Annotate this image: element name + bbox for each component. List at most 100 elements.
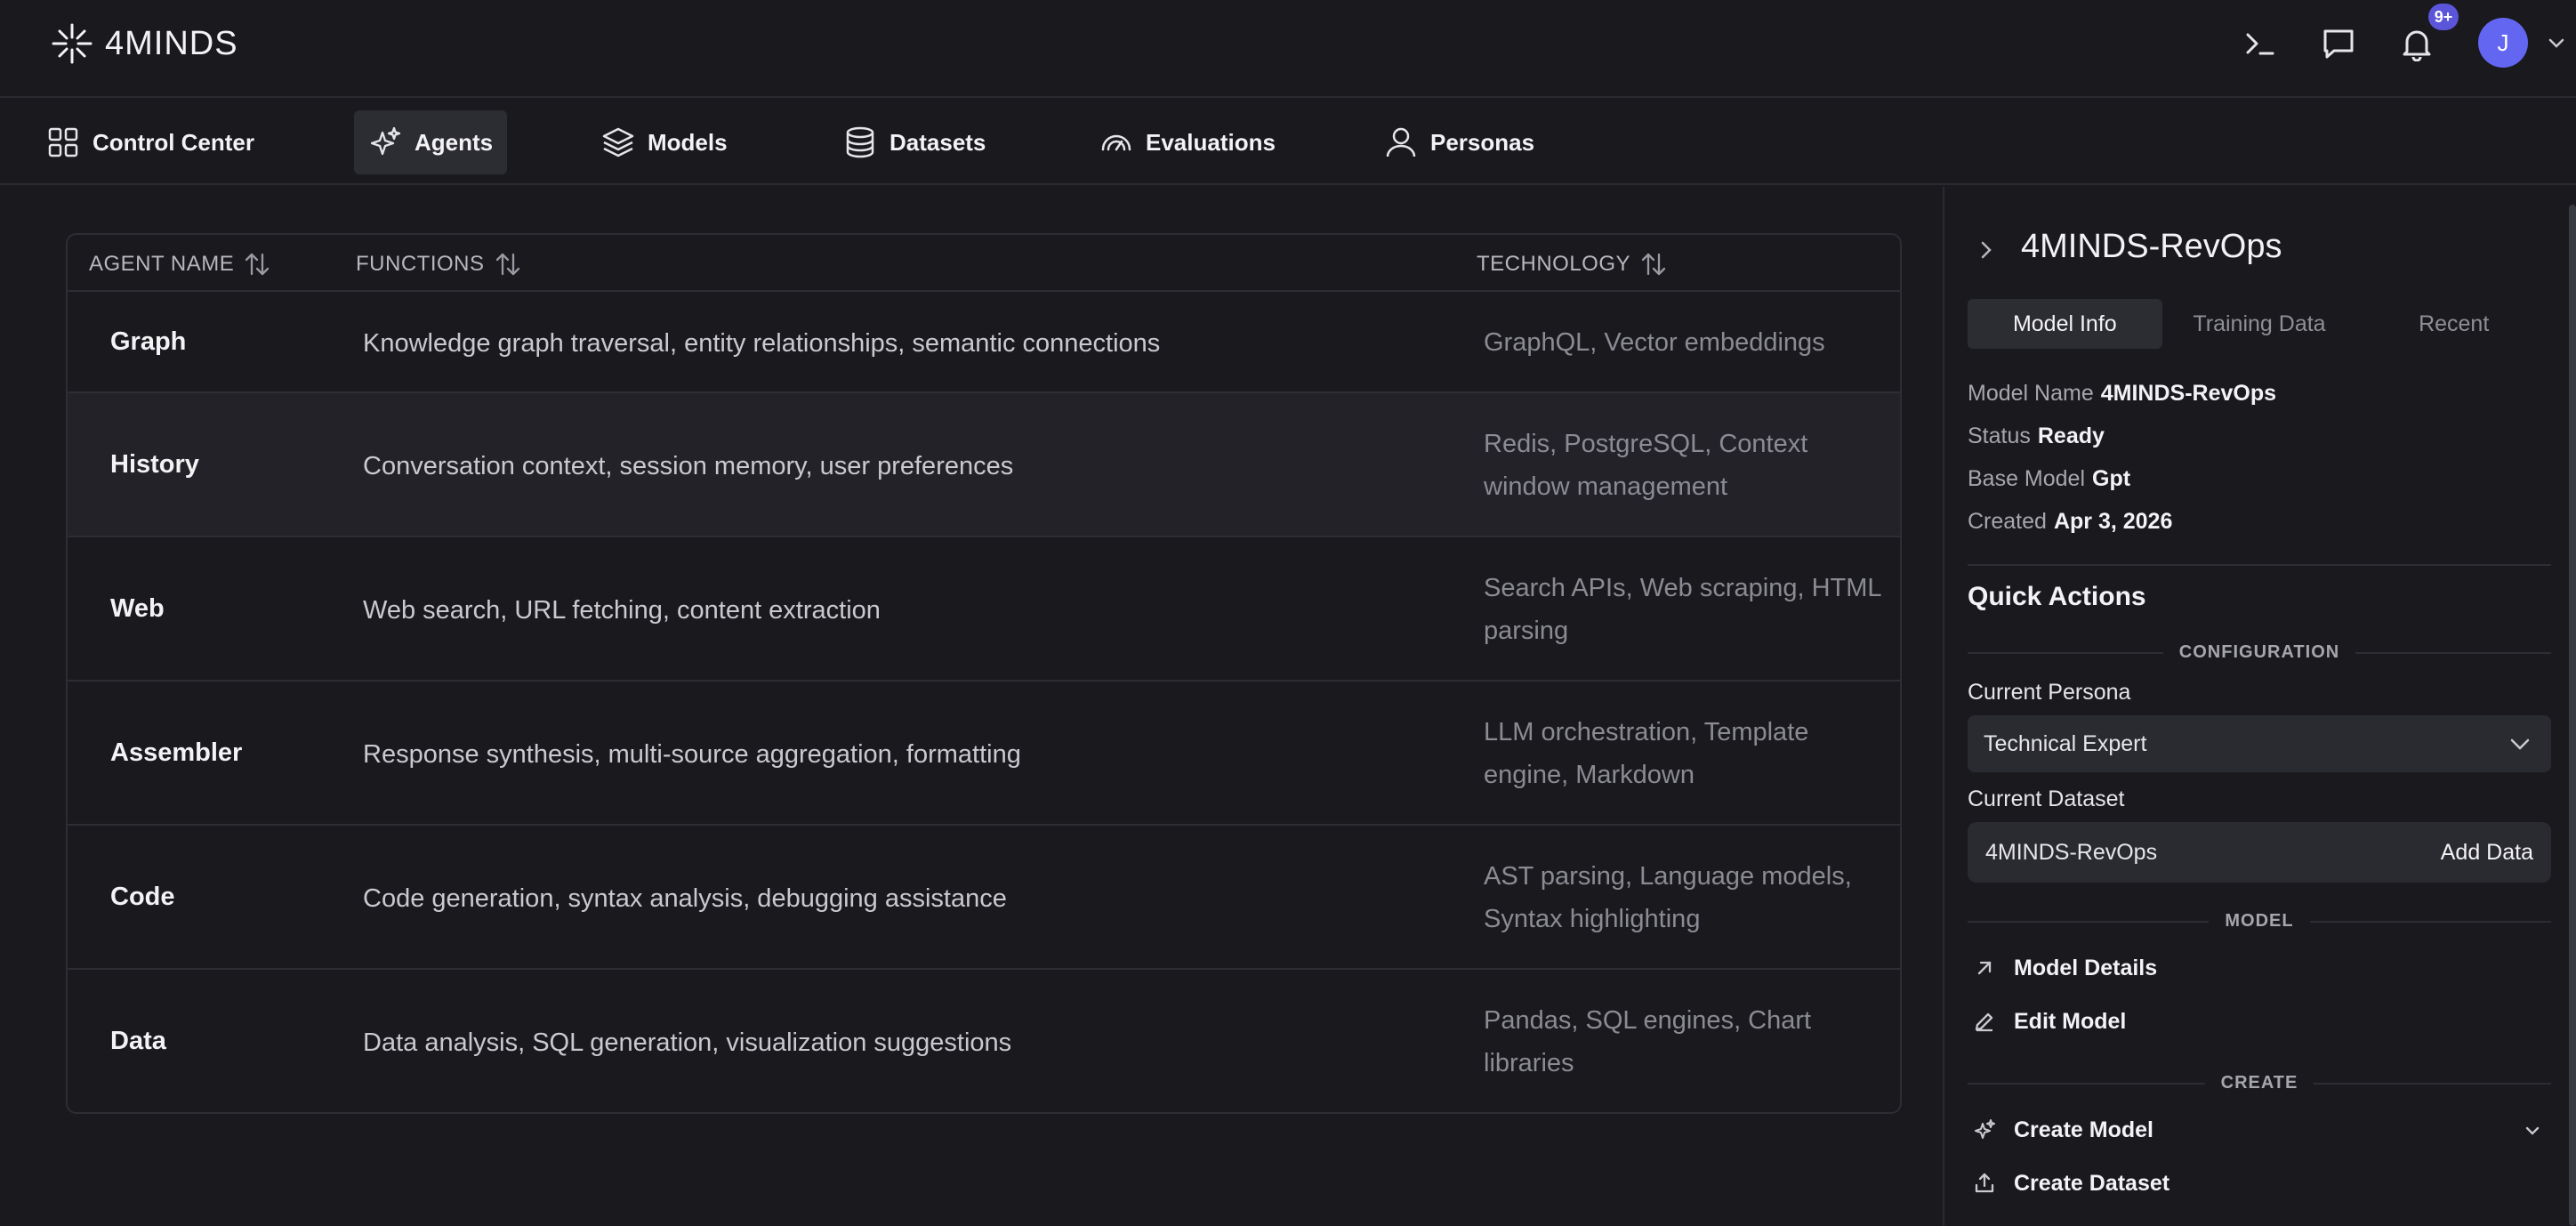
agent-technology: Redis, PostgreSQL, Context window manage… — [1484, 430, 1808, 501]
current-dataset-label: Current Dataset — [1968, 786, 2125, 811]
main-nav: Control Center Agents Models Datasets Ev… — [0, 98, 2576, 185]
sort-icon — [1641, 253, 1666, 276]
divider — [1968, 564, 2551, 566]
model-name-row: Model Name 4MINDS-RevOps — [1968, 381, 2276, 407]
created-value: Apr 3, 2026 — [2053, 509, 2173, 534]
chevron-down-icon — [2510, 738, 2530, 750]
model-label: MODEL — [2225, 911, 2294, 931]
persona-select[interactable]: Technical Expert — [1968, 715, 2551, 772]
model-details-button[interactable]: Model Details — [1973, 950, 2157, 986]
nav-evaluations[interactable]: Evaluations — [1085, 110, 1290, 174]
nav-label: Models — [648, 128, 728, 156]
notifications-button[interactable] — [2395, 21, 2439, 66]
table-row[interactable]: Graph Knowledge graph traversal, entity … — [68, 292, 1900, 393]
top-bar: 4MINDS 9+ J — [0, 0, 2576, 98]
brand-logo[interactable]: 4MINDS — [52, 23, 238, 64]
agent-technology: LLM orchestration, Template engine, Mark… — [1484, 718, 1809, 789]
nav-models[interactable]: Models — [587, 110, 742, 174]
terminal-button[interactable] — [2238, 21, 2282, 66]
tab-training-data[interactable]: Training Data — [2162, 299, 2357, 349]
brand-name: 4MINDS — [105, 24, 238, 62]
create-model-button[interactable]: Create Model — [1973, 1112, 2153, 1148]
agent-name: Code — [110, 883, 175, 911]
quick-actions-title: Quick Actions — [1968, 582, 2146, 611]
agent-technology: Search APIs, Web scraping, HTML parsing — [1484, 574, 1881, 645]
base-model-row: Base Model Gpt — [1968, 466, 2130, 492]
sparkles-icon — [370, 126, 401, 156]
sparkles-icon — [1975, 1119, 1995, 1139]
status-label: Status — [1968, 423, 2031, 448]
model-name-value: 4MINDS-RevOps — [2100, 381, 2276, 406]
sort-icon — [495, 253, 519, 276]
nav-control-center[interactable]: Control Center — [32, 110, 269, 174]
created-label: Created — [1968, 509, 2047, 534]
table-row[interactable]: Assembler Response synthesis, multi-sour… — [68, 682, 1900, 826]
add-data-button[interactable]: Add Data — [2441, 840, 2533, 866]
agent-technology: GraphQL, Vector embeddings — [1484, 328, 1825, 357]
create-dataset-button[interactable]: Create Dataset — [1973, 1166, 2169, 1201]
table-row[interactable]: History Conversation context, session me… — [68, 393, 1900, 537]
tab-model-info[interactable]: Model Info — [1968, 299, 2162, 349]
create-model-label: Create Model — [2014, 1117, 2153, 1142]
base-model-value: Gpt — [2092, 466, 2131, 491]
agent-functions: Data analysis, SQL generation, visualiza… — [363, 1028, 1012, 1057]
create-dataset-label: Create Dataset — [2014, 1170, 2170, 1196]
nav-datasets[interactable]: Datasets — [829, 110, 1000, 174]
table-row[interactable]: Code Code generation, syntax analysis, d… — [68, 826, 1900, 970]
nav-agents[interactable]: Agents — [354, 110, 508, 174]
status-row: Status Ready — [1968, 423, 2105, 449]
model-details-panel: 4MINDS-RevOps Model Info Training Data R… — [1943, 187, 2576, 1226]
column-header-functions: FUNCTIONS — [356, 252, 485, 276]
create-label: CREATE — [2220, 1073, 2298, 1093]
sort-icon — [246, 253, 270, 276]
notification-badge: 9+ — [2428, 4, 2459, 30]
chevron-down-icon[interactable] — [2544, 30, 2569, 55]
nav-personas[interactable]: Personas — [1370, 110, 1549, 174]
chevron-right-icon[interactable] — [1973, 237, 2000, 263]
tab-recent[interactable]: Recent — [2356, 299, 2551, 349]
pencil-icon — [1975, 1012, 1993, 1032]
model-group-label: MODEL — [1968, 911, 2551, 932]
terminal-icon — [2246, 33, 2274, 55]
agent-functions: Code generation, syntax analysis, debugg… — [363, 884, 1007, 913]
avatar[interactable]: J — [2478, 18, 2528, 68]
agent-name: Assembler — [110, 738, 243, 767]
nav-label: Evaluations — [1146, 128, 1276, 156]
status-value: Ready — [2037, 423, 2105, 448]
arrow-up-right-icon — [1977, 961, 1992, 975]
agent-functions: Response synthesis, multi-source aggrega… — [363, 740, 1021, 769]
edit-model-button[interactable]: Edit Model — [1973, 1004, 2126, 1039]
panel-scrollbar[interactable] — [2569, 205, 2576, 1226]
dataset-box: 4MINDS-RevOps Add Data — [1968, 822, 2551, 883]
dataset-name: 4MINDS-RevOps — [1985, 839, 2158, 865]
sort-technology[interactable]: TECHNOLOGY — [1477, 251, 1668, 278]
grid-icon — [48, 127, 78, 157]
edit-model-label: Edit Model — [2014, 1008, 2127, 1034]
base-model-label: Base Model — [1968, 466, 2086, 491]
agent-functions: Web search, URL fetching, content extrac… — [363, 596, 881, 625]
agent-name: History — [110, 450, 199, 479]
column-header-name: AGENT NAME — [89, 252, 235, 276]
message-icon — [2323, 29, 2354, 59]
sparkle-logo-icon — [52, 23, 93, 64]
agent-name: Web — [110, 594, 165, 623]
messages-button[interactable] — [2316, 21, 2361, 66]
configuration-label: CONFIGURATION — [2178, 642, 2340, 662]
sort-agent-name[interactable]: AGENT NAME — [89, 251, 271, 278]
panel-tabs: Model Info Training Data Recent — [1968, 299, 2551, 349]
table-header: AGENT NAME FUNCTIONS TECHNOLOGY — [68, 235, 1900, 292]
current-persona-label: Current Persona — [1968, 680, 2131, 705]
agent-technology: AST parsing, Language models, Syntax hig… — [1484, 862, 1852, 933]
persona-selected-value: Technical Expert — [1984, 730, 2147, 756]
created-row: Created Apr 3, 2026 — [1968, 509, 2172, 535]
nav-label: Datasets — [890, 128, 986, 156]
model-name-label: Model Name — [1968, 381, 2094, 406]
chevron-down-icon[interactable] — [2521, 1119, 2544, 1142]
agent-technology: Pandas, SQL engines, Chart libraries — [1484, 1006, 1812, 1077]
agent-functions: Knowledge graph traversal, entity relati… — [363, 329, 1161, 358]
sort-functions[interactable]: FUNCTIONS — [356, 251, 522, 278]
create-group-label: CREATE — [1968, 1073, 2551, 1093]
nav-label: Personas — [1430, 128, 1535, 156]
table-row[interactable]: Web Web search, URL fetching, content ex… — [68, 537, 1900, 682]
table-row[interactable]: Data Data analysis, SQL generation, visu… — [68, 970, 1900, 1112]
